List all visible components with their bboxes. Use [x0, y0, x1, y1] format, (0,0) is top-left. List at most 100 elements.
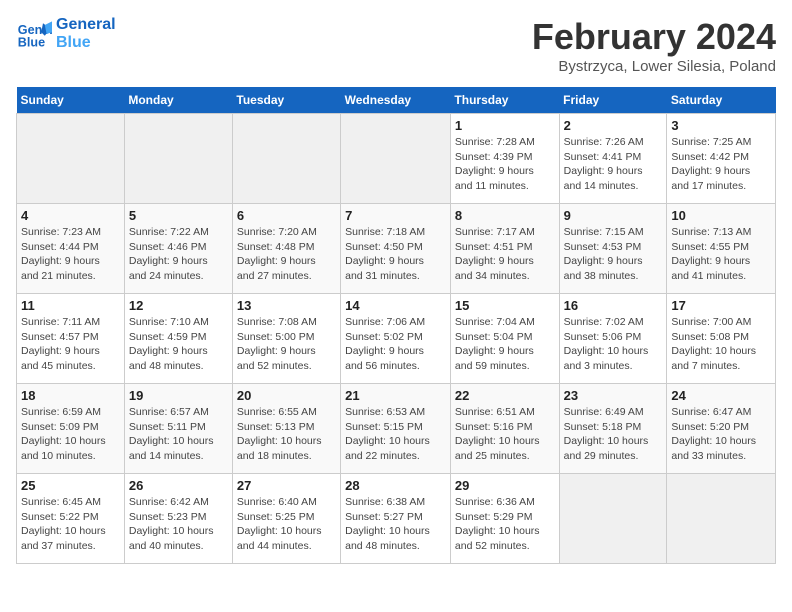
calendar-cell: [667, 474, 776, 564]
logo-text-general: General: [56, 16, 116, 34]
calendar-cell: 1 Sunrise: 7:28 AM Sunset: 4:39 PM Daylig…: [450, 114, 559, 204]
day-info: Sunrise: 6:59 AM Sunset: 5:09 PM Dayligh…: [21, 405, 120, 464]
day-info: Sunrise: 7:06 AM Sunset: 5:02 PM Dayligh…: [345, 315, 446, 374]
calendar-cell: 4 Sunrise: 7:23 AM Sunset: 4:44 PM Daylig…: [17, 204, 125, 294]
weekday-tuesday: Tuesday: [232, 87, 340, 114]
calendar-cell: [559, 474, 667, 564]
day-info: Sunrise: 6:53 AM Sunset: 5:15 PM Dayligh…: [345, 405, 446, 464]
calendar-cell: 27 Sunrise: 6:40 AM Sunset: 5:25 PM Dayli…: [232, 474, 340, 564]
calendar-cell: 6 Sunrise: 7:20 AM Sunset: 4:48 PM Daylig…: [232, 204, 340, 294]
calendar-cell: 29 Sunrise: 6:36 AM Sunset: 5:29 PM Dayli…: [450, 474, 559, 564]
week-row-1: 1 Sunrise: 7:28 AM Sunset: 4:39 PM Daylig…: [17, 114, 776, 204]
day-info: Sunrise: 6:55 AM Sunset: 5:13 PM Dayligh…: [237, 405, 336, 464]
day-number: 29: [455, 478, 555, 493]
calendar-cell: 19Sunrise: 6:57 AM Sunset: 5:11 PM Dayli…: [124, 384, 232, 474]
calendar-body: 1 Sunrise: 7:28 AM Sunset: 4:39 PM Daylig…: [17, 114, 776, 564]
day-info: Sunrise: 7:13 AM Sunset: 4:55 PM Dayligh…: [671, 225, 771, 284]
day-info: Sunrise: 6:57 AM Sunset: 5:11 PM Dayligh…: [129, 405, 228, 464]
calendar-cell: 14 Sunrise: 7:06 AM Sunset: 5:02 PM Dayli…: [341, 294, 451, 384]
day-number: 20: [237, 388, 336, 403]
week-row-4: 18 Sunrise: 6:59 AM Sunset: 5:09 PM Dayli…: [17, 384, 776, 474]
day-number: 1: [455, 118, 555, 133]
calendar-table: SundayMondayTuesdayWednesdayThursdayFrid…: [16, 87, 776, 564]
day-number: 23: [564, 388, 663, 403]
calendar-cell: [17, 114, 125, 204]
calendar-cell: 26 Sunrise: 6:42 AM Sunset: 5:23 PM Dayli…: [124, 474, 232, 564]
day-number: 12: [129, 298, 228, 313]
day-number: 7: [345, 208, 446, 223]
day-info: Sunrise: 7:11 AM Sunset: 4:57 PM Dayligh…: [21, 315, 120, 374]
calendar-cell: 7 Sunrise: 7:18 AM Sunset: 4:50 PM Daylig…: [341, 204, 451, 294]
calendar-cell: 16Sunrise: 7:02 AM Sunset: 5:06 PM Dayli…: [559, 294, 667, 384]
calendar-header: SundayMondayTuesdayWednesdayThursdayFrid…: [17, 87, 776, 114]
day-info: Sunrise: 7:17 AM Sunset: 4:51 PM Dayligh…: [455, 225, 555, 284]
day-number: 28: [345, 478, 446, 493]
day-info: Sunrise: 6:51 AM Sunset: 5:16 PM Dayligh…: [455, 405, 555, 464]
svg-text:Blue: Blue: [18, 36, 45, 50]
calendar-cell: 28 Sunrise: 6:38 AM Sunset: 5:27 PM Dayli…: [341, 474, 451, 564]
week-row-2: 4 Sunrise: 7:23 AM Sunset: 4:44 PM Daylig…: [17, 204, 776, 294]
day-number: 17: [671, 298, 771, 313]
day-info: Sunrise: 7:02 AM Sunset: 5:06 PM Dayligh…: [564, 315, 663, 374]
day-info: Sunrise: 6:42 AM Sunset: 5:23 PM Dayligh…: [129, 495, 228, 554]
calendar-cell: 5 Sunrise: 7:22 AM Sunset: 4:46 PM Daylig…: [124, 204, 232, 294]
day-info: Sunrise: 7:20 AM Sunset: 4:48 PM Dayligh…: [237, 225, 336, 284]
calendar-cell: 12 Sunrise: 7:10 AM Sunset: 4:59 PM Dayli…: [124, 294, 232, 384]
calendar-cell: 8Sunrise: 7:17 AM Sunset: 4:51 PM Daylig…: [450, 204, 559, 294]
logo-text-blue: Blue: [56, 34, 116, 52]
day-info: Sunrise: 7:15 AM Sunset: 4:53 PM Dayligh…: [564, 225, 663, 284]
day-number: 21: [345, 388, 446, 403]
day-info: Sunrise: 6:47 AM Sunset: 5:20 PM Dayligh…: [671, 405, 771, 464]
calendar-cell: 22 Sunrise: 6:51 AM Sunset: 5:16 PM Dayli…: [450, 384, 559, 474]
weekday-monday: Monday: [124, 87, 232, 114]
calendar-cell: 17Sunrise: 7:00 AM Sunset: 5:08 PM Dayli…: [667, 294, 776, 384]
day-info: Sunrise: 7:22 AM Sunset: 4:46 PM Dayligh…: [129, 225, 228, 284]
title-area: February 2024 Bystrzyca, Lower Silesia, …: [532, 16, 776, 75]
week-row-5: 25Sunrise: 6:45 AM Sunset: 5:22 PM Dayli…: [17, 474, 776, 564]
day-number: 5: [129, 208, 228, 223]
calendar-cell: 21 Sunrise: 6:53 AM Sunset: 5:15 PM Dayli…: [341, 384, 451, 474]
calendar-cell: [124, 114, 232, 204]
calendar-cell: 15 Sunrise: 7:04 AM Sunset: 5:04 PM Dayli…: [450, 294, 559, 384]
day-info: Sunrise: 7:18 AM Sunset: 4:50 PM Dayligh…: [345, 225, 446, 284]
calendar-cell: 3 Sunrise: 7:25 AM Sunset: 4:42 PM Daylig…: [667, 114, 776, 204]
calendar-cell: [341, 114, 451, 204]
calendar-cell: 10Sunrise: 7:13 AM Sunset: 4:55 PM Dayli…: [667, 204, 776, 294]
day-info: Sunrise: 6:40 AM Sunset: 5:25 PM Dayligh…: [237, 495, 336, 554]
day-info: Sunrise: 7:23 AM Sunset: 4:44 PM Dayligh…: [21, 225, 120, 284]
day-info: Sunrise: 7:04 AM Sunset: 5:04 PM Dayligh…: [455, 315, 555, 374]
day-info: Sunrise: 7:28 AM Sunset: 4:39 PM Dayligh…: [455, 135, 555, 194]
weekday-sunday: Sunday: [17, 87, 125, 114]
day-number: 24: [671, 388, 771, 403]
weekday-header-row: SundayMondayTuesdayWednesdayThursdayFrid…: [17, 87, 776, 114]
calendar-cell: [232, 114, 340, 204]
day-number: 6: [237, 208, 336, 223]
weekday-saturday: Saturday: [667, 87, 776, 114]
day-info: Sunrise: 6:38 AM Sunset: 5:27 PM Dayligh…: [345, 495, 446, 554]
calendar-cell: 2 Sunrise: 7:26 AM Sunset: 4:41 PM Daylig…: [559, 114, 667, 204]
day-info: Sunrise: 6:49 AM Sunset: 5:18 PM Dayligh…: [564, 405, 663, 464]
day-number: 26: [129, 478, 228, 493]
day-info: Sunrise: 7:26 AM Sunset: 4:41 PM Dayligh…: [564, 135, 663, 194]
weekday-wednesday: Wednesday: [341, 87, 451, 114]
day-number: 3: [671, 118, 771, 133]
day-number: 14: [345, 298, 446, 313]
day-number: 27: [237, 478, 336, 493]
day-number: 18: [21, 388, 120, 403]
calendar-cell: 11 Sunrise: 7:11 AM Sunset: 4:57 PM Dayli…: [17, 294, 125, 384]
day-info: Sunrise: 6:36 AM Sunset: 5:29 PM Dayligh…: [455, 495, 555, 554]
day-number: 22: [455, 388, 555, 403]
day-info: Sunrise: 7:25 AM Sunset: 4:42 PM Dayligh…: [671, 135, 771, 194]
day-number: 13: [237, 298, 336, 313]
day-number: 11: [21, 298, 120, 313]
day-number: 4: [21, 208, 120, 223]
calendar-cell: 25Sunrise: 6:45 AM Sunset: 5:22 PM Dayli…: [17, 474, 125, 564]
location-title: Bystrzyca, Lower Silesia, Poland: [532, 58, 776, 75]
page-header: General Blue General Blue February 2024 …: [16, 16, 776, 75]
calendar-cell: 13Sunrise: 7:08 AM Sunset: 5:00 PM Dayli…: [232, 294, 340, 384]
day-info: Sunrise: 7:10 AM Sunset: 4:59 PM Dayligh…: [129, 315, 228, 374]
day-number: 2: [564, 118, 663, 133]
logo-icon: General Blue: [16, 16, 52, 52]
day-info: Sunrise: 6:45 AM Sunset: 5:22 PM Dayligh…: [21, 495, 120, 554]
day-number: 15: [455, 298, 555, 313]
